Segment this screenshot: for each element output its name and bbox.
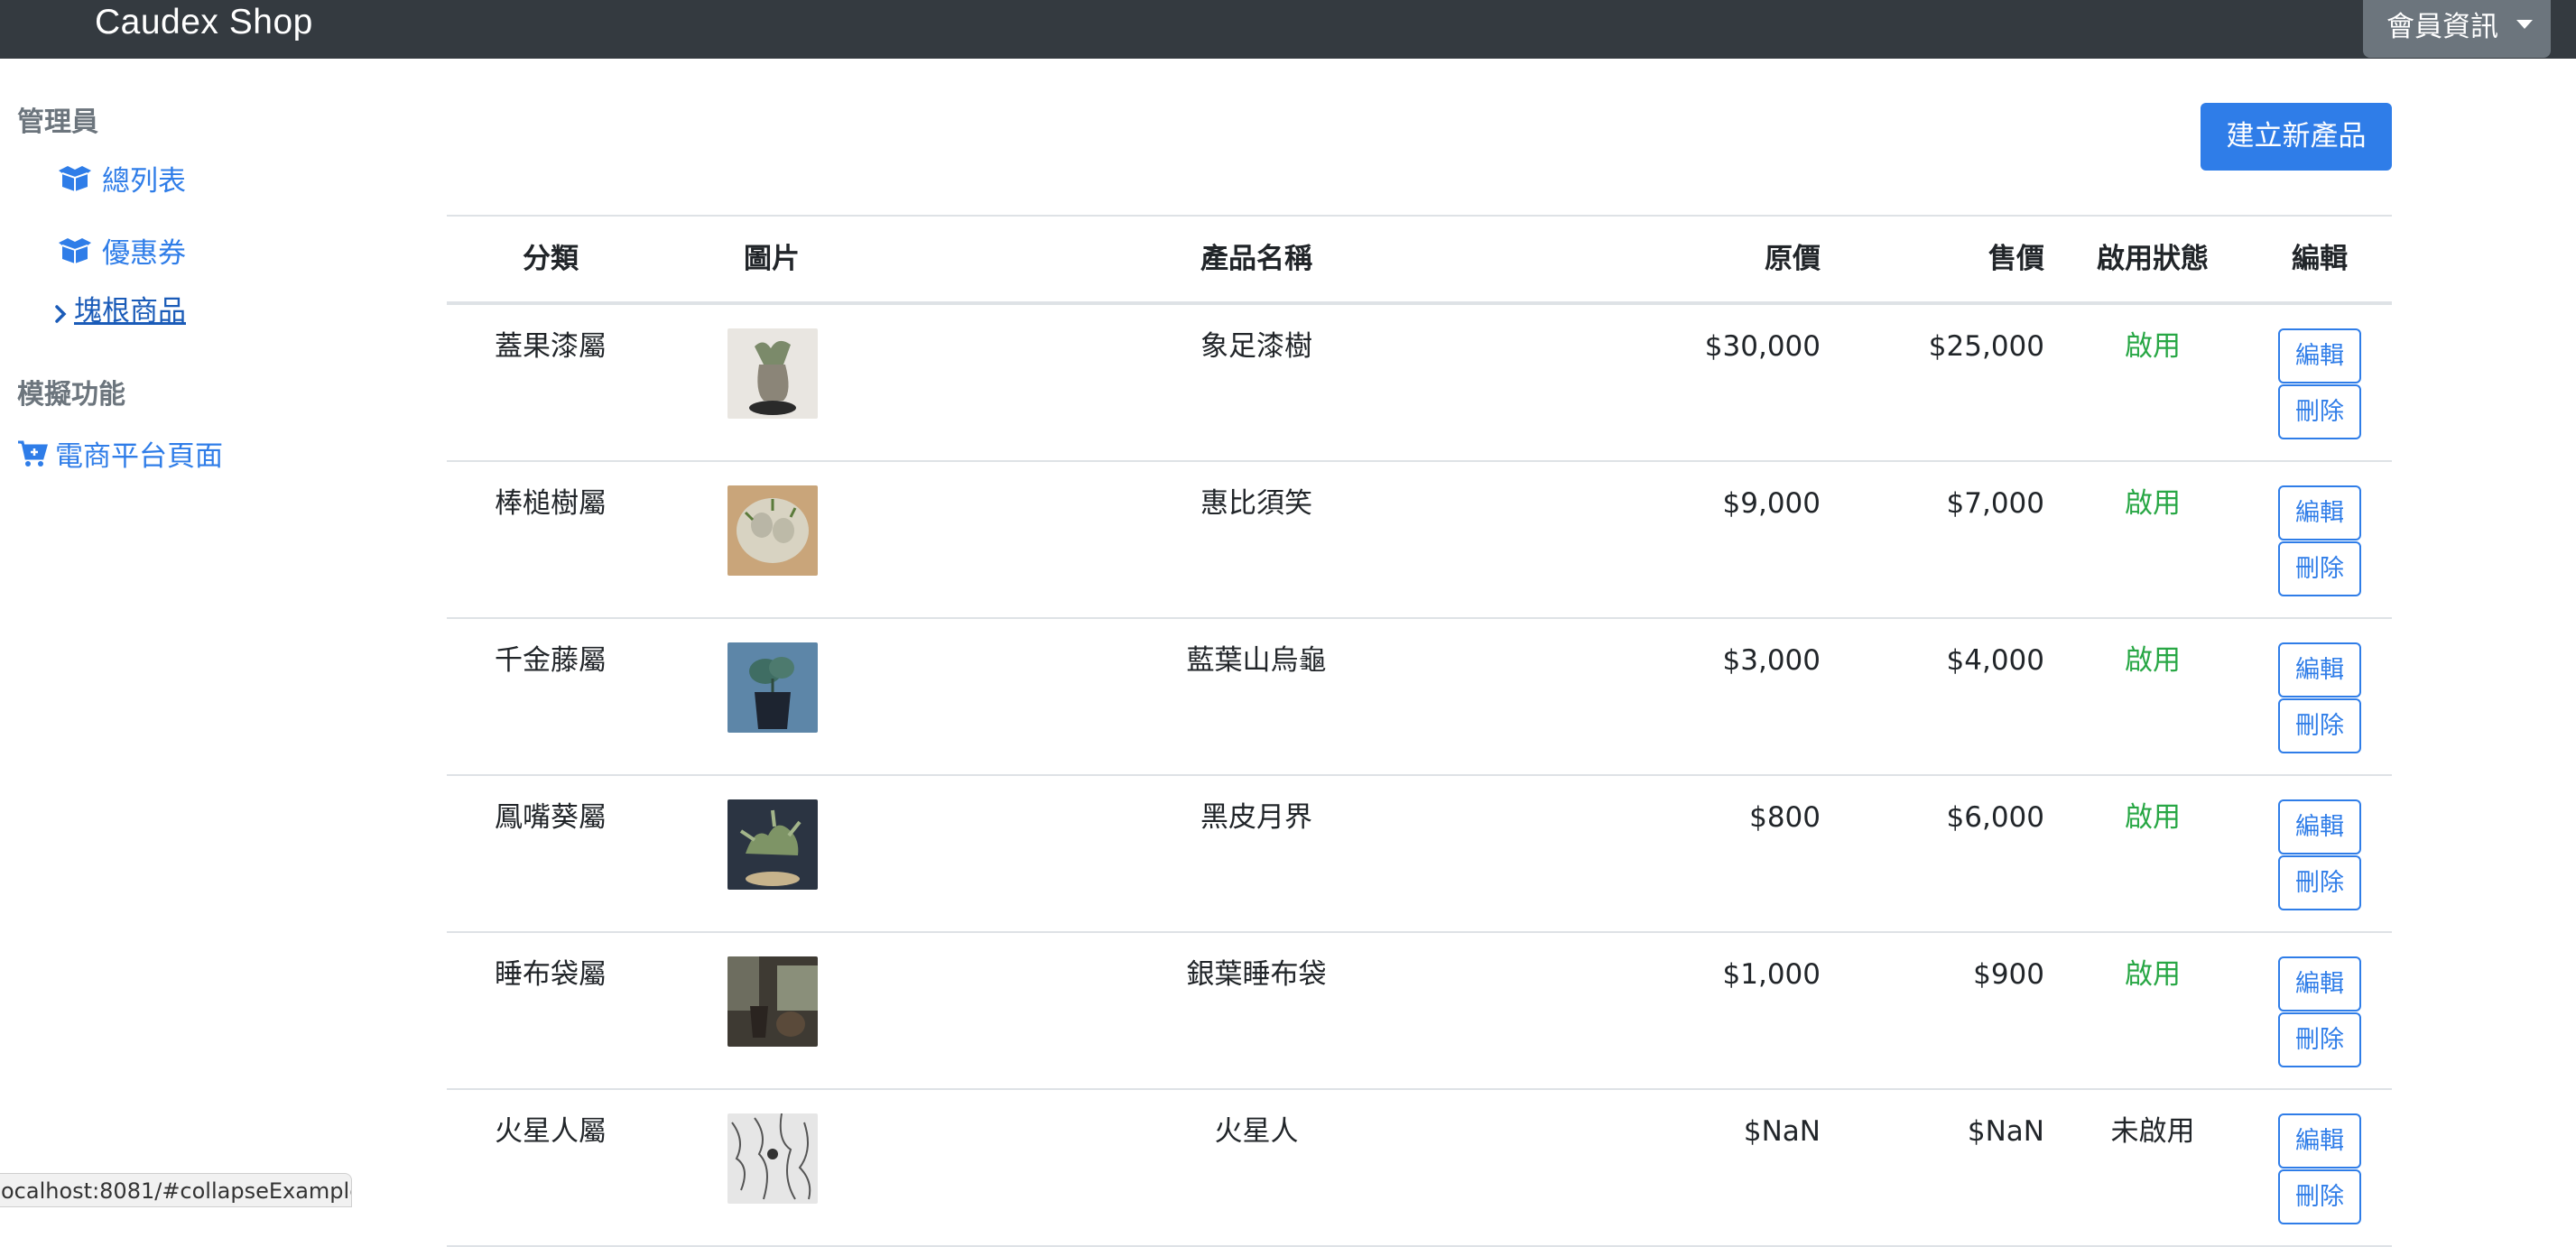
cell-price: $4,000 (1946, 644, 2044, 677)
delete-button[interactable]: 刪除 (2278, 855, 2361, 910)
table-row: 蓋果漆屬 象足漆樹 $30,000 $25,000 啟用 編輯 刪除 (447, 305, 2392, 462)
table-header: 分類 圖片 產品名稱 原價 售價 啟用狀態 編輯 (447, 215, 2392, 305)
chevron-right-icon (54, 299, 67, 323)
top-navbar: Caudex Shop 會員資訊 (0, 0, 2576, 59)
sidebar-item-label: 塊根商品 (74, 295, 186, 328)
product-image-ebisu (727, 485, 818, 576)
product-image-elephant-foot (727, 328, 818, 419)
table-row: 鳳嘴葵屬 黑皮月界 $800 $6,000 啟用 編輯 刪除 (447, 776, 2392, 933)
product-image-stephania (727, 642, 818, 733)
table-row: 棒槌樹屬 惠比須笑 $9,000 $7,000 啟用 編輯 刪除 (447, 462, 2392, 619)
cell-price: $NaN (1967, 1115, 2044, 1148)
status-badge: 啟用 (2125, 487, 2181, 520)
edit-button[interactable]: 編輯 (2278, 799, 2361, 854)
cell-category: 火星人屬 (495, 1115, 607, 1148)
sidebar-item-label: 總列表 (102, 165, 186, 198)
cell-origin-price: $9,000 (1722, 487, 1821, 520)
product-image-silver-leaf (727, 956, 818, 1047)
cell-name: 火星人 (1214, 1115, 1299, 1148)
product-image-mars (727, 1113, 818, 1204)
product-image-pachycormus (727, 799, 818, 890)
cell-price: $7,000 (1946, 487, 2044, 520)
cell-category: 千金藤屬 (495, 644, 607, 677)
member-menu-label: 會員資訊 (2386, 11, 2498, 43)
header-name: 產品名稱 (1200, 243, 1312, 275)
caret-down-icon (2516, 20, 2533, 29)
cell-category: 棒槌樹屬 (495, 487, 607, 520)
cell-origin-price: $3,000 (1722, 644, 1821, 677)
header-image: 圖片 (744, 243, 800, 275)
cell-name: 銀葉睡布袋 (1186, 958, 1327, 991)
header-category: 分類 (523, 243, 579, 275)
status-badge: 啟用 (2125, 644, 2181, 677)
cart-plus-icon (17, 440, 48, 467)
cell-origin-price: $1,000 (1722, 958, 1821, 991)
cell-price: $900 (1973, 958, 2044, 991)
delete-button[interactable]: 刪除 (2278, 541, 2361, 596)
edit-button[interactable]: 編輯 (2278, 642, 2361, 697)
product-table: 分類 圖片 產品名稱 原價 售價 啟用狀態 編輯 蓋果漆屬 象足漆樹 $30,0… (447, 215, 2392, 1247)
cell-origin-price: $30,000 (1704, 330, 1821, 363)
sidebar-item-list[interactable]: 總列表 (57, 158, 186, 199)
cell-price: $6,000 (1946, 801, 2044, 834)
cell-price: $25,000 (1928, 330, 2044, 363)
delete-button[interactable]: 刪除 (2278, 384, 2361, 439)
box-open-icon (57, 237, 93, 264)
status-badge: 啟用 (2125, 801, 2181, 834)
cell-category: 睡布袋屬 (495, 958, 607, 991)
status-badge: 啟用 (2125, 958, 2181, 991)
cell-name: 黑皮月界 (1200, 801, 1312, 834)
status-badge: 未啟用 (2110, 1115, 2195, 1148)
table-row: 千金藤屬 藍葉山烏龜 $3,000 $4,000 啟用 編輯 刪除 (447, 619, 2392, 776)
member-menu-button[interactable]: 會員資訊 (2363, 0, 2551, 58)
create-product-button[interactable]: 建立新產品 (2201, 103, 2392, 171)
cell-name: 象足漆樹 (1200, 330, 1312, 363)
edit-button[interactable]: 編輯 (2278, 1113, 2361, 1168)
status-badge: 啟用 (2125, 330, 2181, 363)
box-open-icon (57, 165, 93, 192)
cell-name: 藍葉山烏龜 (1186, 644, 1327, 677)
delete-button[interactable]: 刪除 (2278, 1169, 2361, 1224)
edit-button[interactable]: 編輯 (2278, 956, 2361, 1011)
cell-category: 鳳嘴葵屬 (495, 801, 607, 834)
browser-status-url: ocalhost:8081/#collapseExample (0, 1173, 352, 1207)
header-price: 售價 (1988, 243, 2044, 275)
cell-category: 蓋果漆屬 (495, 330, 607, 363)
header-origin-price: 原價 (1765, 243, 1821, 275)
cell-origin-price: $800 (1749, 801, 1821, 834)
header-status: 啟用狀態 (2097, 243, 2209, 275)
sidebar-item-coupon[interactable]: 優惠券 (57, 230, 186, 271)
sidebar-heading-admin: 管理員 (17, 106, 98, 138)
sidebar-item-caudex-products[interactable]: 塊根商品 (54, 288, 186, 328)
cell-name: 惠比須笑 (1200, 487, 1312, 520)
edit-button[interactable]: 編輯 (2278, 485, 2361, 540)
sidebar: 管理員 總列表 優惠券 塊根商品 模擬功能 電商平台頁面 (0, 59, 415, 1207)
sidebar-item-shop-page[interactable]: 電商平台頁面 (17, 433, 223, 474)
edit-button[interactable]: 編輯 (2278, 328, 2361, 383)
brand-title[interactable]: Caudex Shop (95, 0, 313, 45)
sidebar-item-label: 電商平台頁面 (55, 440, 223, 473)
header-edit: 編輯 (2292, 243, 2348, 275)
sidebar-heading-simulation: 模擬功能 (17, 379, 125, 411)
table-row: 火星人屬 火星人 $NaN $NaN 未啟用 編輯 刪除 (447, 1090, 2392, 1247)
delete-button[interactable]: 刪除 (2278, 1012, 2361, 1067)
cell-origin-price: $NaN (1743, 1115, 1821, 1148)
table-row: 睡布袋屬 銀葉睡布袋 $1,000 $900 啟用 編輯 刪除 (447, 933, 2392, 1090)
sidebar-item-label: 優惠券 (102, 237, 186, 270)
delete-button[interactable]: 刪除 (2278, 698, 2361, 753)
